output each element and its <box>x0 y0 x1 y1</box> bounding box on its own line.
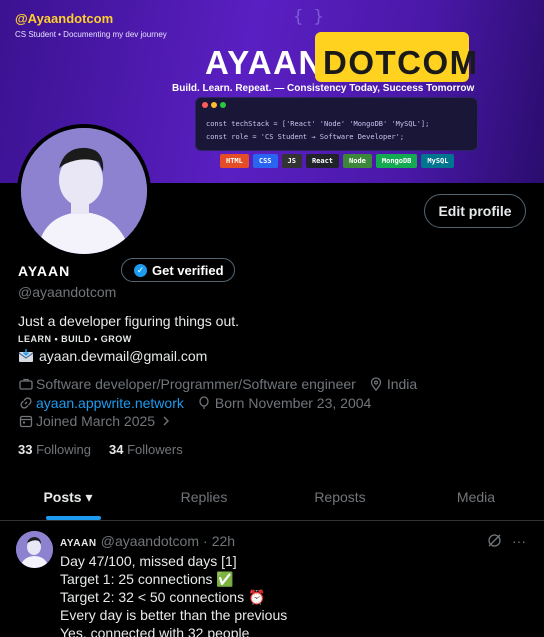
post-actions: ··· <box>487 533 526 551</box>
followers-link[interactable]: 34 Followers <box>109 442 183 457</box>
profile-bio-tag: LEARN • BUILD • GROW <box>18 334 132 344</box>
calendar-icon <box>18 414 33 429</box>
tab-reposts-label: Reposts <box>314 489 366 505</box>
following-link[interactable]: 33 Following <box>18 442 91 457</box>
tech-chip: HTML <box>220 154 249 168</box>
banner-name: AYAAN <box>205 44 324 81</box>
more-options-icon[interactable]: ··· <box>512 533 526 551</box>
post-text-line-1: Day 47/100, missed days [1] <box>60 553 237 569</box>
post-text-line-3: Target 2: 32 < 50 connections ⏰ <box>60 589 266 605</box>
post-author-handle[interactable]: @ayaandotcom <box>101 533 199 549</box>
code-line-2: const role = 'CS Student → Software Deve… <box>206 133 405 141</box>
banner-braces-icon: { } <box>293 7 324 27</box>
tech-chip: Node <box>343 154 372 168</box>
profile-website-link[interactable]: ayaan.appwrite.network <box>36 395 184 411</box>
following-label: Following <box>36 442 92 457</box>
post-timestamp[interactable]: 22h <box>212 533 235 549</box>
followers-label: Followers <box>127 442 183 457</box>
edit-profile-button[interactable]: Edit profile <box>424 194 526 228</box>
banner-name-highlight: DOTCOM <box>323 44 479 81</box>
verified-check-icon: ✓ <box>134 263 147 277</box>
post-separator: · <box>203 533 208 549</box>
profile-bio: Just a developer figuring things out. <box>18 313 240 329</box>
profile-meta-row-2: ayaan.appwrite.network Born November 23,… <box>18 395 371 411</box>
briefcase-icon <box>18 377 33 392</box>
tab-reposts[interactable]: Reposts <box>272 474 408 520</box>
tech-chip: MongoDB <box>375 154 418 168</box>
tech-chips: HTML CSS JS React Node MongoDB MySQL <box>220 154 455 168</box>
chevron-down-icon: ▾ <box>85 488 93 505</box>
post-avatar-photo-icon <box>16 531 53 568</box>
profile-joined: Joined March 2025 <box>36 413 156 429</box>
tab-posts[interactable]: Posts ▾ <box>0 474 136 520</box>
code-line-1: const techStack = ['React' 'Node' 'Mongo… <box>206 120 430 128</box>
profile-email-row: ayaan.devmail@gmail.com <box>18 348 207 364</box>
chevron-right-icon <box>158 414 173 429</box>
banner-tagline: CS Student • Documenting my dev journey <box>15 30 167 39</box>
tab-media-label: Media <box>456 489 496 505</box>
following-count: 33 <box>18 442 33 457</box>
profile-birthdate: Born November 23, 2004 <box>214 395 372 411</box>
post-text-line-4: Every day is better than the previous <box>60 607 288 623</box>
follow-stats: 33 Following 34 Followers <box>18 442 183 457</box>
post-text-line-5: Yes, connected with 32 people <box>60 625 250 637</box>
banner-handle: @Ayaandotcom <box>15 11 114 26</box>
profile-email: ayaan.devmail@gmail.com <box>39 348 208 364</box>
profile-location: India <box>386 376 418 392</box>
tech-chip: MySQL <box>421 154 455 168</box>
get-verified-label: Get verified <box>152 262 224 278</box>
banner-slogan: Build. Learn. Repeat. — Consistency Toda… <box>172 83 475 94</box>
tab-replies-label: Replies <box>180 489 228 505</box>
balloon-icon <box>197 396 212 411</box>
post-header: AYAAN @ayaandotcom · 22h <box>60 533 235 549</box>
location-pin-icon <box>369 377 384 392</box>
code-window: const techStack = ['React' 'Node' 'Mongo… <box>195 97 478 151</box>
tech-chip: JS <box>281 154 302 168</box>
profile-meta-row-3[interactable]: Joined March 2025 <box>18 413 173 429</box>
window-dots-icon <box>202 102 226 108</box>
profile-handle: @ayaandotcom <box>18 284 117 300</box>
grok-icon[interactable] <box>487 533 502 551</box>
tab-media[interactable]: Media <box>408 474 544 520</box>
envelope-icon <box>18 349 34 362</box>
profile-avatar[interactable] <box>17 124 151 258</box>
tab-replies[interactable]: Replies <box>136 474 272 520</box>
link-icon <box>18 396 33 411</box>
get-verified-button[interactable]: ✓ Get verified <box>121 258 235 282</box>
avatar-photo-icon <box>21 128 147 254</box>
profile-name: AYAAN <box>18 263 71 279</box>
followers-count: 34 <box>109 442 124 457</box>
post-author-name[interactable]: AYAAN <box>60 538 97 549</box>
profile-occupation: Software developer/Programmer/Software e… <box>36 376 356 392</box>
post-text-line-2: Target 1: 25 connections ✅ <box>60 571 234 587</box>
profile-meta-row-1: Software developer/Programmer/Software e… <box>18 376 417 392</box>
tab-posts-label: Posts <box>43 489 82 505</box>
profile-tabs: Posts ▾ Replies Reposts Media <box>0 474 544 521</box>
post-avatar[interactable] <box>16 531 53 568</box>
tech-chip: React <box>305 154 340 168</box>
tech-chip: CSS <box>252 154 278 168</box>
